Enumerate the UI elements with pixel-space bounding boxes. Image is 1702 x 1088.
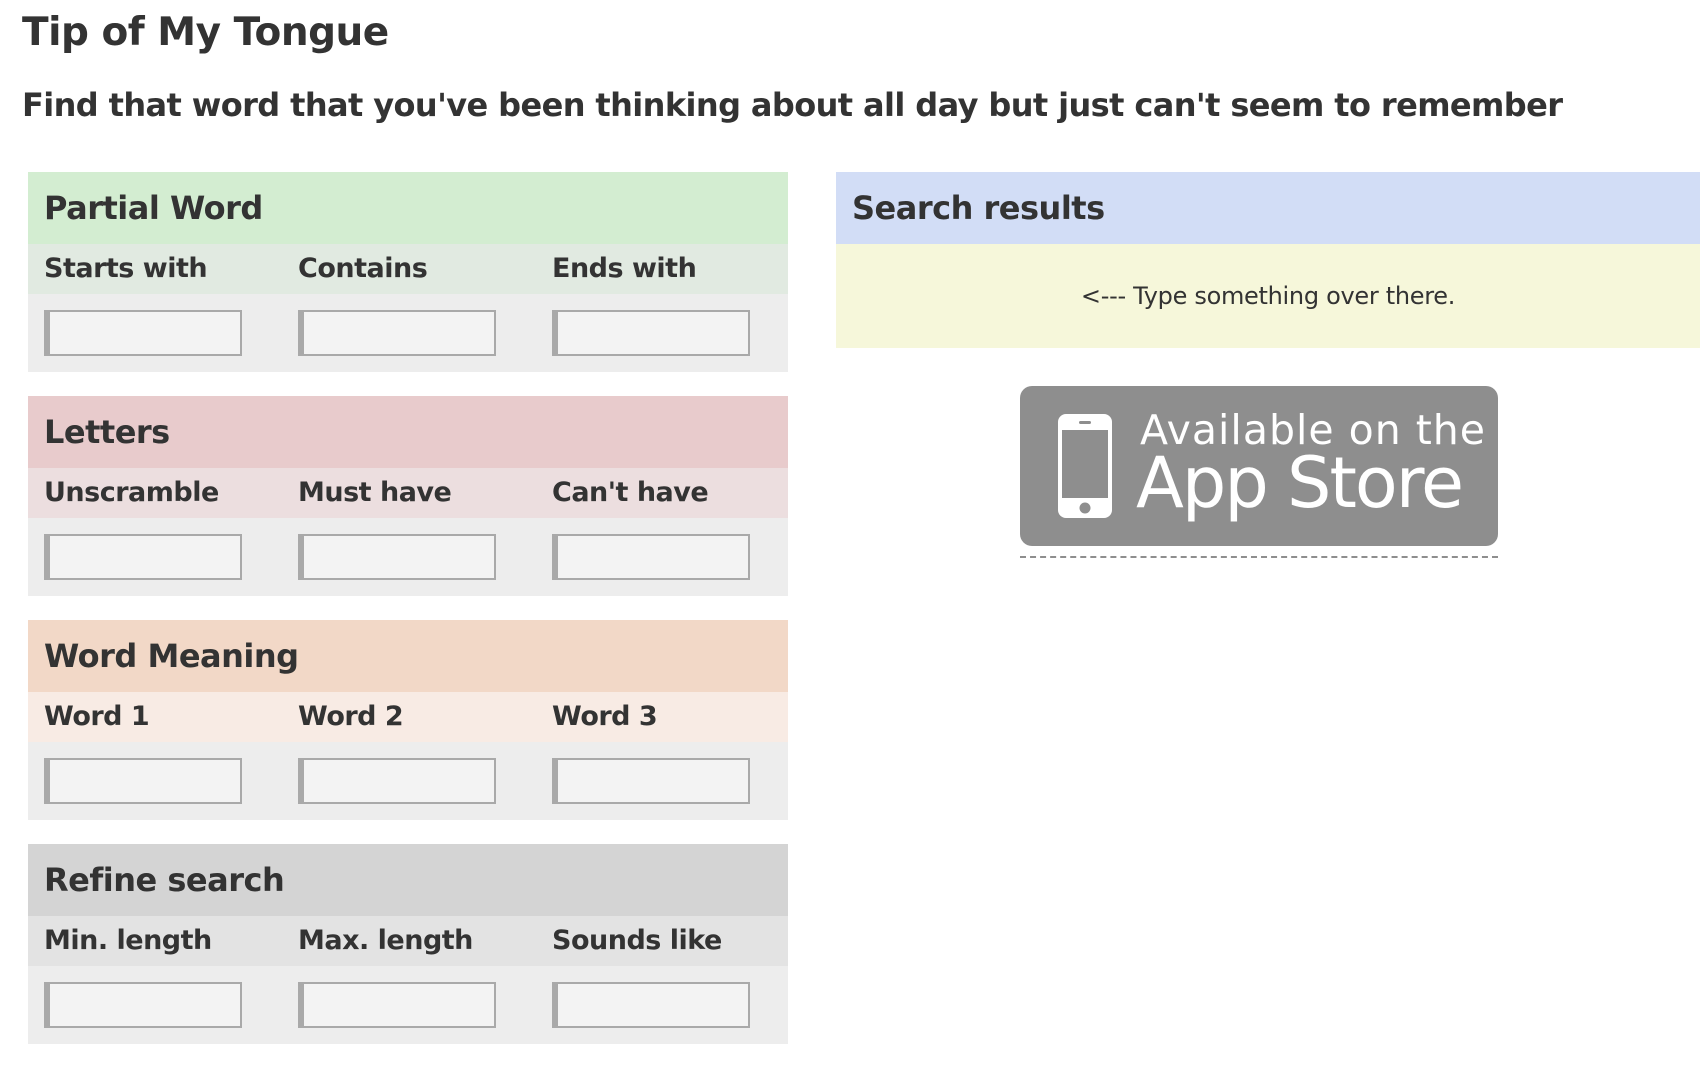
panel-header: Word Meaning xyxy=(28,620,788,692)
label-word-3: Word 3 xyxy=(552,701,658,732)
input-row xyxy=(28,294,788,372)
sounds-like-input[interactable] xyxy=(552,982,750,1028)
word-2-input[interactable] xyxy=(298,758,496,804)
min-length-input[interactable] xyxy=(44,982,242,1028)
label-row: Starts with Contains Ends with xyxy=(28,244,788,294)
panel-header: Letters xyxy=(28,396,788,468)
panel-header: Partial Word xyxy=(28,172,788,244)
search-results-panel: Search results <--- Type something over … xyxy=(836,172,1700,348)
search-results-header: Search results xyxy=(836,172,1700,244)
label-ends-with: Ends with xyxy=(552,253,697,284)
page-subtitle: Find that word that you've been thinking… xyxy=(22,86,1563,124)
input-row xyxy=(28,966,788,1044)
input-row xyxy=(28,518,788,596)
contains-input[interactable] xyxy=(298,310,496,356)
must-have-input[interactable] xyxy=(298,534,496,580)
max-length-input[interactable] xyxy=(298,982,496,1028)
label-row: Word 1 Word 2 Word 3 xyxy=(28,692,788,742)
label-row: Unscramble Must have Can't have xyxy=(28,468,788,518)
label-starts-with: Starts with xyxy=(44,253,208,284)
label-max-length: Max. length xyxy=(298,925,473,956)
starts-with-input[interactable] xyxy=(44,310,242,356)
app-store-link-underline xyxy=(1020,556,1498,558)
label-cant-have: Can't have xyxy=(552,477,709,508)
unscramble-input[interactable] xyxy=(44,534,242,580)
search-results-message: <--- Type something over there. xyxy=(836,244,1700,348)
label-row: Min. length Max. length Sounds like xyxy=(28,916,788,966)
panel-header: Refine search xyxy=(28,844,788,916)
label-word-2: Word 2 xyxy=(298,701,404,732)
label-min-length: Min. length xyxy=(44,925,212,956)
ends-with-input[interactable] xyxy=(552,310,750,356)
label-word-1: Word 1 xyxy=(44,701,150,732)
page-title: Tip of My Tongue xyxy=(22,10,389,55)
panel-letters: Letters Unscramble Must have Can't have xyxy=(28,396,788,596)
word-1-input[interactable] xyxy=(44,758,242,804)
label-must-have: Must have xyxy=(298,477,452,508)
cant-have-input[interactable] xyxy=(552,534,750,580)
panel-word-meaning: Word Meaning Word 1 Word 2 Word 3 xyxy=(28,620,788,820)
panel-partial-word: Partial Word Starts with Contains Ends w… xyxy=(28,172,788,372)
phone-icon xyxy=(1058,414,1112,518)
label-sounds-like: Sounds like xyxy=(552,925,722,956)
app-store-line2: App Store xyxy=(1136,442,1464,524)
input-row xyxy=(28,742,788,820)
app-store-badge-link[interactable]: Available on the App Store xyxy=(1020,386,1498,546)
label-contains: Contains xyxy=(298,253,428,284)
label-unscramble: Unscramble xyxy=(44,477,219,508)
panel-refine-search: Refine search Min. length Max. length So… xyxy=(28,844,788,1044)
word-3-input[interactable] xyxy=(552,758,750,804)
